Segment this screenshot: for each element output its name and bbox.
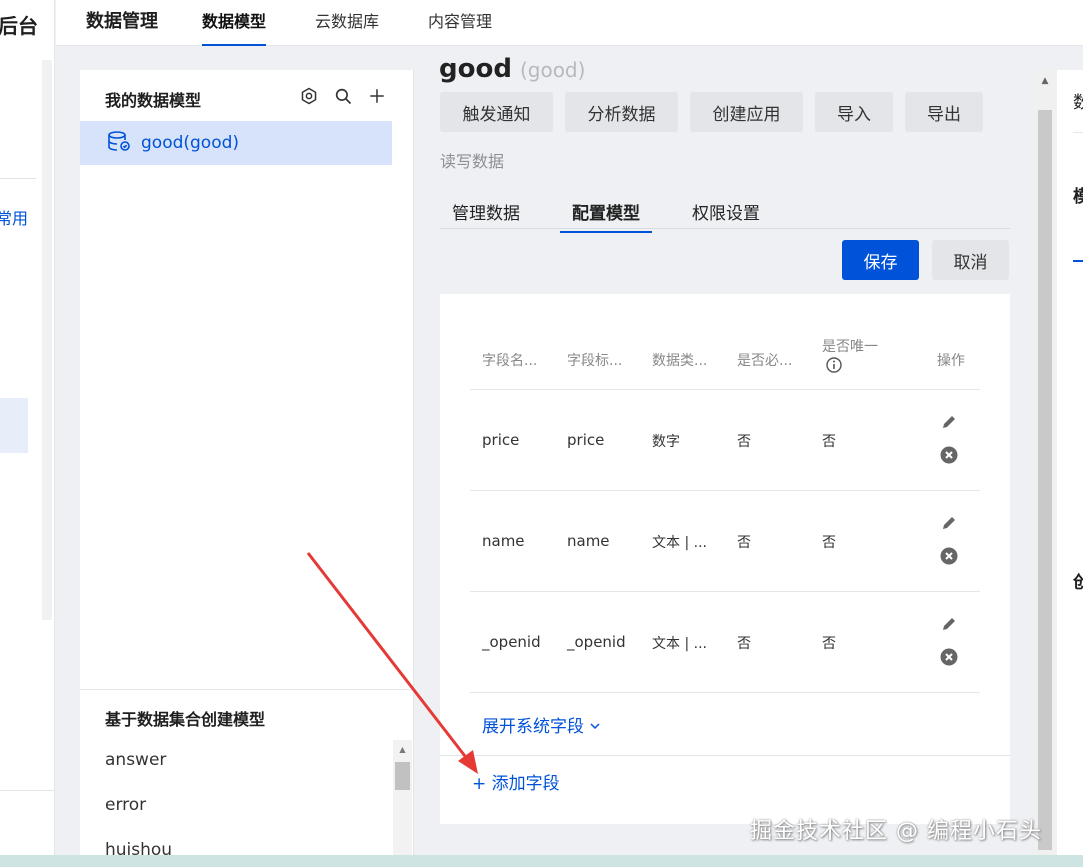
edit-icon[interactable] (941, 414, 957, 434)
field-name: name (482, 532, 525, 550)
scroll-up-icon[interactable]: ▲ (393, 740, 412, 758)
taskbar-strip (0, 855, 1083, 867)
field-name: price (482, 431, 520, 449)
field-type: 文本 | ... (652, 636, 707, 652)
row-actions (940, 616, 958, 670)
column-header: 操作 (937, 353, 965, 369)
delete-icon[interactable] (940, 547, 958, 569)
field-type: 数字 (652, 434, 680, 450)
field-label: _openid (567, 633, 626, 651)
divider (1073, 132, 1083, 133)
field-unique: 否 (822, 636, 836, 652)
collection-item[interactable]: answer (105, 750, 385, 795)
fields-card: 字段名... 字段标... 数据类... 是否必... 是否唯一 操作 pric… (440, 294, 1010, 824)
right-panel-fragment: 创 (1073, 573, 1083, 593)
models-panel: 我的数据模型 good(good) 基于数据集合创建模型 answer erro… (80, 70, 414, 867)
field-required: 否 (737, 535, 751, 551)
tab-permissions[interactable]: 权限设置 (692, 199, 760, 232)
field-required: 否 (737, 434, 751, 450)
field-unique: 否 (822, 535, 836, 551)
add-icon[interactable] (367, 86, 387, 106)
divider (80, 689, 414, 690)
right-panel: 数 模 创 (1057, 70, 1083, 867)
delete-icon[interactable] (940, 446, 958, 468)
selected-nav-item[interactable] (0, 398, 28, 453)
watermark: 掘金技术社区 @ 编程小石头 (750, 819, 1042, 844)
brand-title-fragment: 后台 (0, 14, 38, 38)
add-field-button[interactable]: + 添加字段 (472, 769, 560, 794)
chevron-down-icon (589, 717, 601, 737)
settings-icon[interactable] (299, 86, 319, 106)
cancel-button[interactable]: 取消 (932, 240, 1009, 280)
row-actions (940, 414, 958, 468)
edit-icon[interactable] (941, 616, 957, 636)
expand-label: 展开系统字段 (482, 717, 584, 737)
page-title: 数据管理 (86, 11, 158, 32)
tab-indicator (1073, 260, 1083, 262)
database-icon (107, 130, 131, 157)
save-button[interactable]: 保存 (842, 240, 919, 280)
row-actions (940, 515, 958, 569)
model-tabs: 管理数据 配置模型 权限设置 (440, 191, 1010, 233)
analyze-data-button[interactable]: 分析数据 (565, 92, 678, 132)
tab-manage-data[interactable]: 管理数据 (452, 199, 520, 232)
common-link-fragment[interactable]: 常用 (0, 205, 28, 229)
column-header: 是否唯一 (822, 339, 878, 355)
import-button[interactable]: 导入 (815, 92, 893, 132)
right-panel-fragment: 模 (1073, 187, 1083, 207)
field-required: 否 (737, 636, 751, 652)
model-item-good[interactable]: good(good) (80, 121, 392, 165)
expand-system-fields-link[interactable]: 展开系统字段 (482, 712, 601, 737)
collections-list: answer error huishou (105, 750, 385, 867)
export-button[interactable]: 导出 (905, 92, 983, 132)
right-panel-fragment: 数 (1073, 93, 1083, 113)
trigger-notify-button[interactable]: 触发通知 (440, 92, 553, 132)
model-actions: 触发通知 分析数据 创建应用 导入 导出 (440, 92, 983, 132)
field-unique: 否 (822, 434, 836, 450)
models-panel-toolbar (299, 86, 387, 106)
edit-icon[interactable] (941, 515, 957, 535)
divider (440, 755, 1010, 756)
table-row: _openid _openid 文本 | ... 否 否 (470, 592, 980, 693)
sidebar-scrollbar[interactable] (42, 60, 52, 620)
info-icon[interactable] (826, 357, 842, 379)
model-name: good (439, 54, 512, 84)
model-item-label: good(good) (141, 133, 240, 153)
column-header: 字段名... (482, 353, 538, 369)
field-name: _openid (482, 633, 541, 651)
field-type: 文本 | ... (652, 535, 707, 551)
table-header: 字段名... 字段标... 数据类... 是否必... 是否唯一 操作 (470, 334, 980, 390)
scroll-thumb[interactable] (1038, 110, 1052, 850)
divider (0, 178, 36, 179)
field-label: name (567, 532, 610, 550)
field-label: price (567, 431, 605, 449)
create-app-button[interactable]: 创建应用 (690, 92, 803, 132)
left-nav-column: 后台 常用 (0, 0, 55, 867)
model-title: good (good) (439, 54, 585, 84)
collections-scrollbar[interactable]: ▲ (393, 740, 412, 867)
scroll-up-icon[interactable]: ▲ (1035, 70, 1055, 92)
top-nav: 数据管理 数据模型 云数据库 内容管理 (56, 0, 1083, 46)
collection-item[interactable]: error (105, 795, 385, 840)
column-header: 字段标... (567, 353, 623, 369)
collections-title: 基于数据集合创建模型 (105, 710, 266, 729)
divider (0, 790, 54, 791)
tab-content-mgmt[interactable]: 内容管理 (428, 8, 492, 42)
column-header: 是否必... (737, 353, 793, 369)
main-scrollbar[interactable]: ▲ (1035, 70, 1055, 867)
models-panel-title: 我的数据模型 (105, 91, 202, 110)
table-row: price price 数字 否 否 (470, 390, 980, 491)
column-header: 数据类... (652, 353, 708, 369)
delete-icon[interactable] (940, 648, 958, 670)
tab-data-model[interactable]: 数据模型 (202, 8, 267, 46)
tab-cloud-db[interactable]: 云数据库 (315, 8, 379, 42)
tab-config-model[interactable]: 配置模型 (560, 199, 652, 233)
scroll-thumb[interactable] (395, 762, 410, 790)
model-name-sub: (good) (519, 58, 586, 82)
model-detail: good (good) 触发通知 分析数据 创建应用 导入 导出 读写数据 管理数… (415, 46, 1055, 867)
table-row: name name 文本 | ... 否 否 (470, 491, 980, 592)
search-icon[interactable] (333, 86, 353, 106)
column-header-unique: 是否唯一 (822, 338, 878, 379)
permission-text: 读写数据 (440, 152, 505, 171)
